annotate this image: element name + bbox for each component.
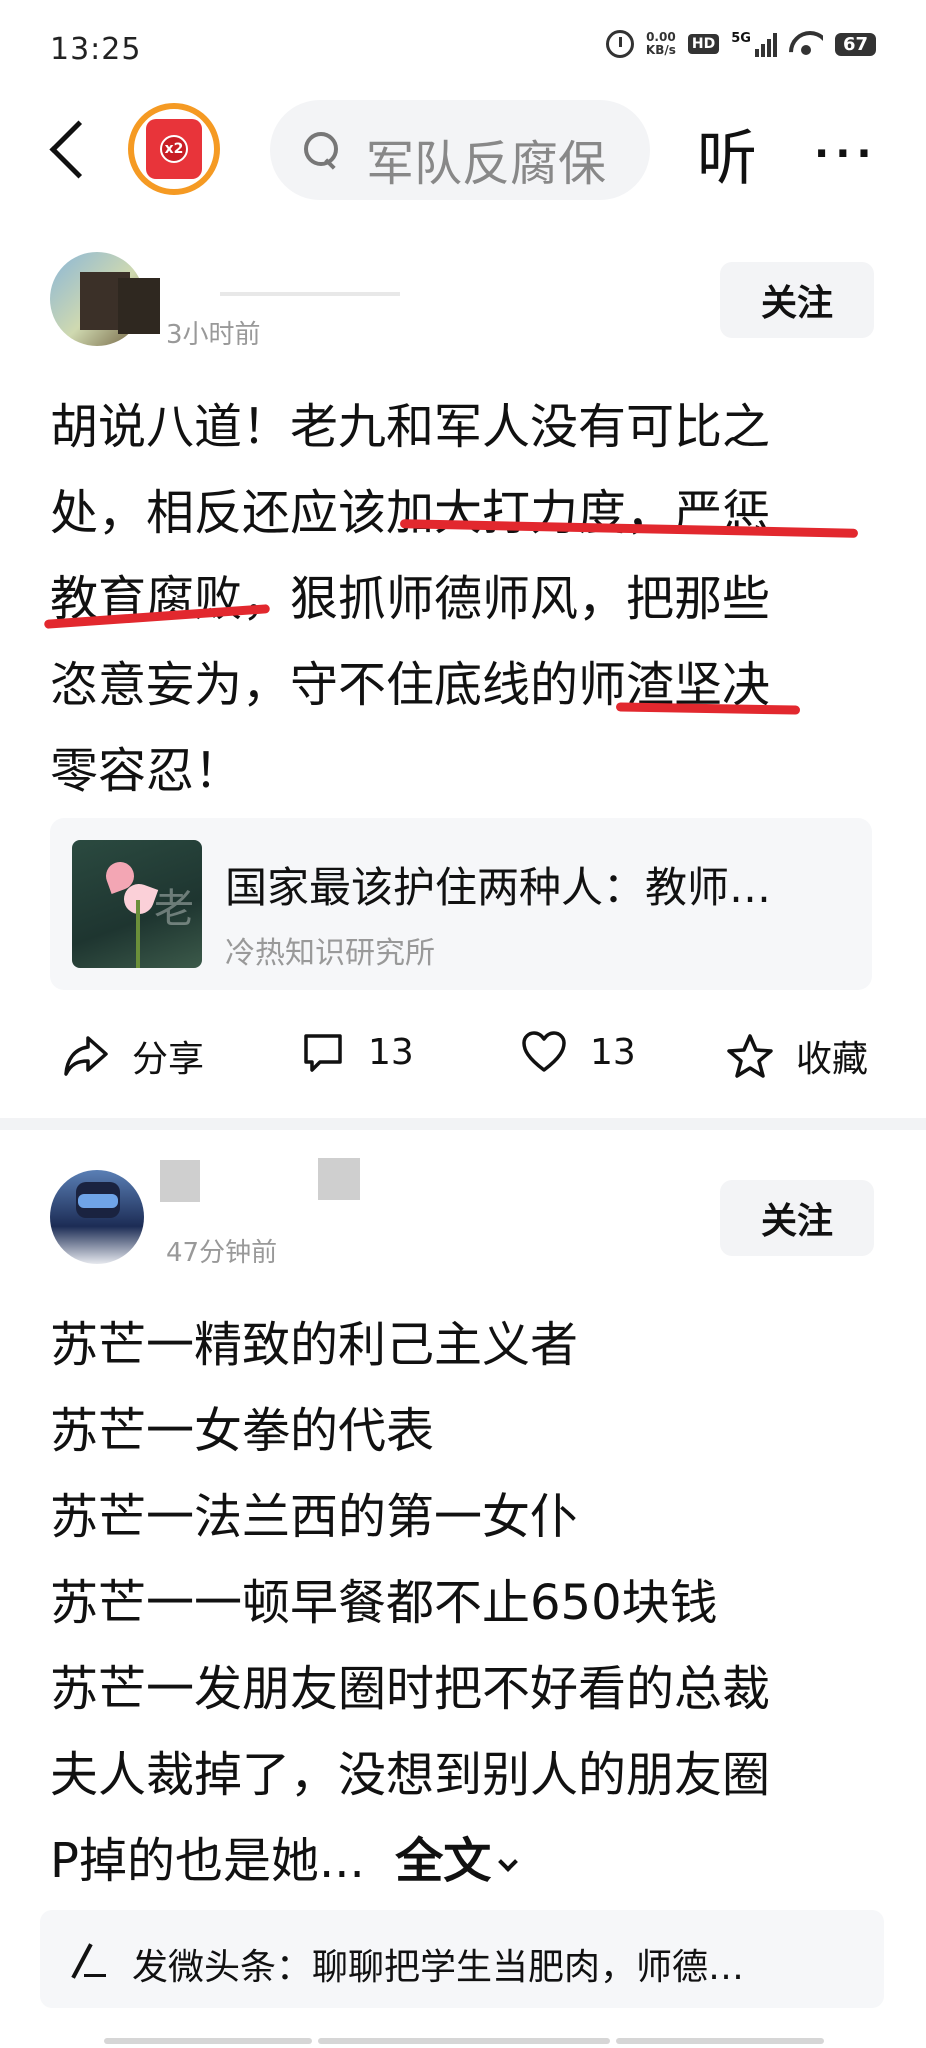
username-redacted bbox=[318, 1158, 360, 1200]
chevron-down-icon[interactable] bbox=[498, 1852, 519, 1872]
post-time: 47分钟前 bbox=[166, 1238, 278, 1268]
home-indicator bbox=[318, 2038, 610, 2044]
username-redacted bbox=[160, 1160, 200, 1202]
post-line: 夫人裁掉了，没想到别人的朋友圈 bbox=[50, 1747, 771, 1803]
post-line: 苏芒一一顿早餐都不止650块钱 bbox=[50, 1575, 718, 1631]
pen-icon bbox=[72, 1940, 112, 1980]
post-line: 苏芒一女拳的代表 bbox=[50, 1403, 435, 1459]
post-body[interactable]: 苏芒一精致的利己主义者 苏芒一女拳的代表 苏芒一法兰西的第一女仆 苏芒一一顿早餐… bbox=[50, 1302, 880, 1904]
post-line-text: P掉的也是她... bbox=[50, 1833, 365, 1889]
avatar[interactable] bbox=[50, 1170, 144, 1264]
compose-text: 发微头条：聊聊把学生当肥肉，师德… bbox=[132, 1947, 745, 1988]
home-indicator bbox=[104, 2038, 312, 2044]
post-line: 苏芒一法兰西的第一女仆 bbox=[50, 1489, 579, 1545]
post-line-last: P掉的也是她... 全文 bbox=[50, 1818, 880, 1904]
compose-bar[interactable]: 发微头条：聊聊把学生当肥肉，师德… bbox=[40, 1910, 884, 2008]
post-line: 苏芒一精致的利己主义者 bbox=[50, 1317, 579, 1373]
post-line: 苏芒一发朋友圈时把不好看的总裁 bbox=[50, 1661, 771, 1717]
follow-button[interactable]: 关注 bbox=[720, 1180, 874, 1256]
post-card: 47分钟前 关注 苏芒一精致的利己主义者 苏芒一女拳的代表 苏芒一法兰西的第一女… bbox=[0, 0, 926, 1900]
home-indicator bbox=[616, 2038, 824, 2044]
read-more-link[interactable]: 全文 bbox=[395, 1833, 491, 1889]
